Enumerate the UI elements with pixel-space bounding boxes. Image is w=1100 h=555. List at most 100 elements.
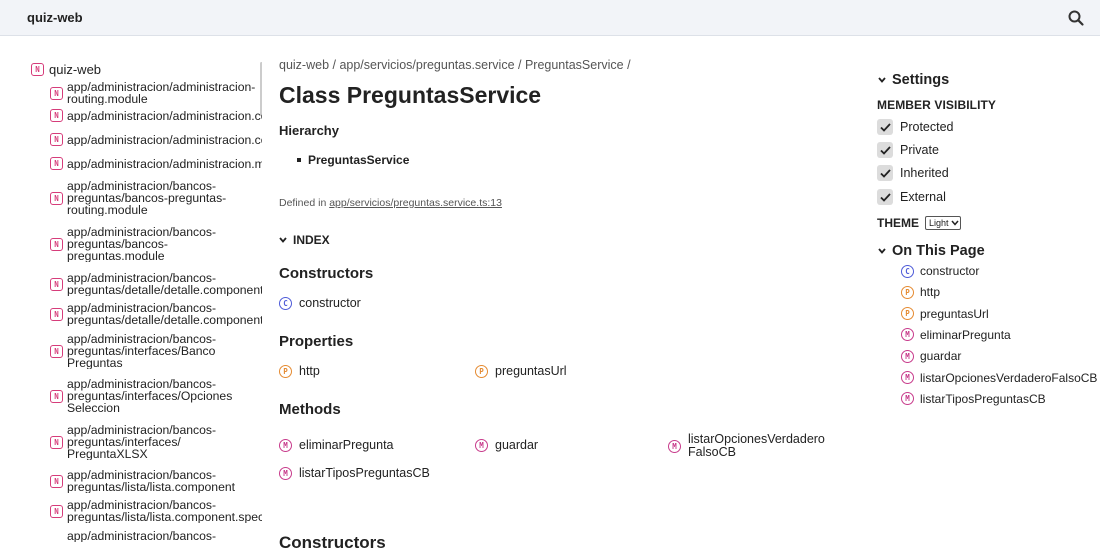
sidebar-item[interactable]: Napp/administracion/bancos-preguntas/det… xyxy=(50,272,262,296)
member-label: guardar xyxy=(495,438,539,452)
index-property-preguntasurl[interactable]: P preguntasUrl xyxy=(475,365,567,378)
checkbox-protected[interactable]: Protected xyxy=(877,119,954,135)
site-title[interactable]: quiz-web xyxy=(27,10,83,25)
checkbox-private[interactable]: Private xyxy=(877,142,939,158)
checkbox-label: Inherited xyxy=(900,166,949,180)
index-method-eliminarpregunta[interactable]: M eliminarPregunta xyxy=(279,439,394,452)
sidebar-item-label: app/administracion/administracion.cc xyxy=(67,134,262,146)
on-this-page-item[interactable]: PpreguntasUrl xyxy=(901,307,989,321)
chevron-down-icon xyxy=(950,220,959,226)
namespace-icon: N xyxy=(50,344,63,358)
namespace-icon: N xyxy=(50,86,63,100)
source-link[interactable]: app/servicios/preguntas.service.ts:13 xyxy=(329,197,502,209)
check-icon xyxy=(879,192,891,202)
chevron-down-icon xyxy=(279,237,287,243)
sidebar-item[interactable]: Napp/administracion/bancos-preguntas/int… xyxy=(50,378,262,414)
sidebar-navigation: N quiz-web Napp/administracion/administr… xyxy=(0,36,262,555)
sidebar-item[interactable]: Napp/administracion/bancos-preguntas/lis… xyxy=(50,499,262,523)
on-this-page-item-label: http xyxy=(920,285,941,300)
breadcrumb[interactable]: quiz-web / app/servicios/preguntas.servi… xyxy=(279,58,631,72)
sidebar-item[interactable]: Napp/administracion/bancos-preguntas/ban… xyxy=(50,180,262,216)
sidebar-item-label-line: app/administracion/administracion.cc xyxy=(67,109,262,122)
search-icon[interactable] xyxy=(1067,9,1085,27)
namespace-icon: N xyxy=(50,277,63,291)
member-label: preguntasUrl xyxy=(495,364,567,378)
on-this-page-item[interactable]: Phttp xyxy=(901,285,940,299)
on-this-page-item[interactable]: Cconstructor xyxy=(901,264,979,278)
constructors-heading: Constructors xyxy=(279,265,374,282)
on-this-page-item-label: guardar xyxy=(920,349,962,364)
chevron-down-icon xyxy=(878,77,886,83)
sidebar-item-root[interactable]: N quiz-web xyxy=(31,62,101,77)
namespace-icon: N xyxy=(50,474,63,488)
sidebar-item[interactable]: Napp/administracion/bancos- xyxy=(50,529,262,542)
index-property-http[interactable]: P http xyxy=(279,365,320,378)
sidebar-item[interactable]: Napp/administracion/administracion.m xyxy=(50,157,262,170)
defined-in-prefix: Defined in xyxy=(279,197,327,209)
member-label: constructor xyxy=(299,296,361,310)
settings-title: Settings xyxy=(892,72,950,88)
sidebar-item[interactable]: Napp/administracion/administracion.cc xyxy=(50,133,262,146)
sidebar-item[interactable]: Napp/administracion/bancos-preguntas/det… xyxy=(50,302,262,326)
on-this-page-toggle[interactable]: On This Page xyxy=(878,243,985,259)
checkbox[interactable] xyxy=(877,165,893,181)
settings-toggle[interactable]: Settings xyxy=(878,72,949,88)
sidebar-item-label-line: preguntas/lista/lista.component xyxy=(67,480,236,493)
checkbox[interactable] xyxy=(877,142,893,158)
sidebar-item-label: app/administracion/bancos-preguntas/inte… xyxy=(67,424,216,460)
method-icon: M xyxy=(901,371,914,384)
sidebar-item-label-line: Seleccion xyxy=(67,401,120,414)
index-method-guardar[interactable]: M guardar xyxy=(475,439,538,452)
checkbox-inherited[interactable]: Inherited xyxy=(877,165,949,181)
on-this-page-item[interactable]: MeliminarPregunta xyxy=(901,328,1011,342)
sidebar-item-label-line: preguntas.module xyxy=(67,249,165,262)
member-label-line: FalsoCB xyxy=(688,445,736,459)
on-this-page-item[interactable]: Mguardar xyxy=(901,349,961,363)
checkbox-external[interactable]: External xyxy=(877,189,946,205)
sidebar-item[interactable]: Napp/administracion/bancos-preguntas/int… xyxy=(50,424,262,460)
sidebar-item[interactable]: Napp/administracion/administracion.cc xyxy=(50,109,262,122)
on-this-page-item-label: eliminarPregunta xyxy=(920,327,1011,342)
hierarchy-item: PreguntasService xyxy=(297,153,409,167)
sidebar-item[interactable]: Napp/administracion/bancos-preguntas/lis… xyxy=(50,469,262,493)
namespace-icon: N xyxy=(50,133,63,146)
namespace-icon: N xyxy=(50,109,63,122)
index-toggle[interactable]: INDEX xyxy=(279,233,330,247)
sidebar-item[interactable]: Napp/administracion/bancos-preguntas/ban… xyxy=(50,226,262,262)
on-this-page-item-label: listarOpcionesVerdaderoFalsoCB xyxy=(920,370,1098,385)
member-label: listarTiposPreguntasCB xyxy=(299,466,430,480)
sidebar-item-label: app/administracion/bancos-preguntas/deta… xyxy=(67,302,262,326)
sidebar-item-label: app/administracion/bancos-preguntas/banc… xyxy=(67,226,216,262)
sidebar-item-label: app/administracion/bancos-preguntas/list… xyxy=(67,469,235,493)
sidebar-item-label: app/administracion/bancos- xyxy=(67,530,216,542)
method-icon: M xyxy=(668,439,681,453)
on-this-page-item[interactable]: MlistarOpcionesVerdaderoFalsoCB xyxy=(901,371,1097,385)
property-icon: P xyxy=(279,365,292,378)
method-icon: M xyxy=(279,439,292,452)
checkbox[interactable] xyxy=(877,189,893,205)
sidebar-item-label-line: routing.module xyxy=(67,203,148,216)
theme-select[interactable]: Light xyxy=(925,216,961,230)
sidebar-item-label-line: app/administracion/administracion.cc xyxy=(67,133,262,146)
index-method-listartipospreguntascb[interactable]: M listarTiposPreguntasCB xyxy=(279,467,430,480)
sidebar-item[interactable]: Napp/administracion/bancos-preguntas/int… xyxy=(50,333,262,369)
index-constructor[interactable]: C constructor xyxy=(279,297,361,310)
member-label-line: listarOpcionesVerdadero xyxy=(688,432,825,446)
methods-heading: Methods xyxy=(279,401,341,418)
checkbox[interactable] xyxy=(877,119,893,135)
constructor-icon: C xyxy=(279,297,292,310)
method-icon: M xyxy=(475,439,488,452)
check-icon xyxy=(879,145,891,155)
sidebar-item-label: app/administracion/bancos-preguntas/deta… xyxy=(67,272,262,296)
theme-row: THEME Light xyxy=(877,216,961,230)
sidebar-item-label-line: preguntas/detalle/detalle.component xyxy=(67,313,262,326)
index-method-listaropcionesverdaderofalsocb[interactable]: M listarOpcionesVerdadero FalsoCB xyxy=(668,433,825,459)
sidebar-item[interactable]: Napp/administracion/administracion-routi… xyxy=(50,81,262,105)
namespace-icon: N xyxy=(50,307,63,321)
main-content: quiz-web / app/servicios/preguntas.servi… xyxy=(279,36,859,555)
theme-label: THEME xyxy=(877,216,919,230)
on-this-page-item[interactable]: MlistarTiposPreguntasCB xyxy=(901,392,1046,406)
sidebar-item-label-line: Preguntas xyxy=(67,356,123,369)
sidebar-item-label-line: app/administracion/bancos- xyxy=(67,529,217,542)
hierarchy-heading: Hierarchy xyxy=(279,123,339,138)
